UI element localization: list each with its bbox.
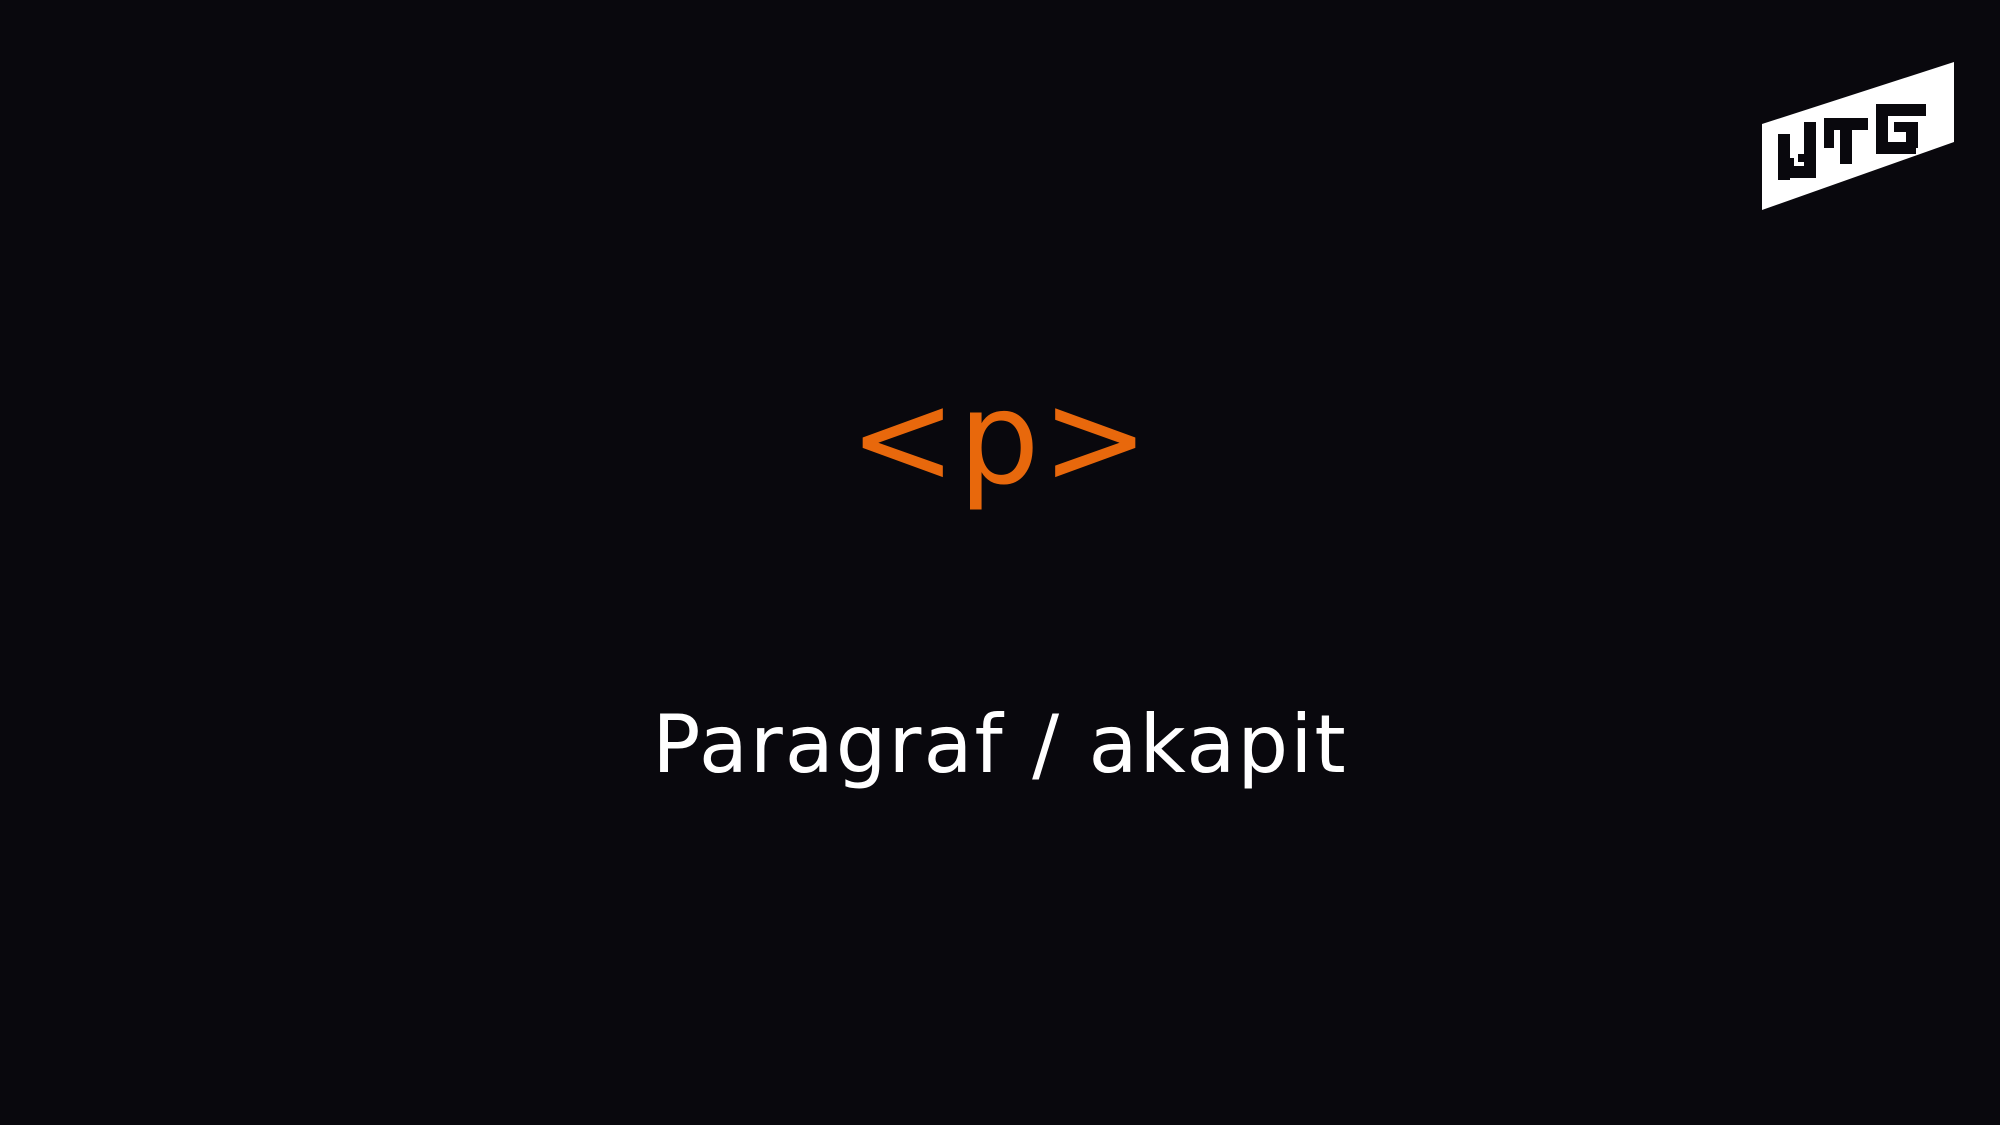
- tag-title: <p>: [849, 365, 1151, 514]
- slide: <p> Paragraf / akapit: [0, 0, 2000, 1125]
- tag-description: Paragraf / akapit: [652, 698, 1348, 791]
- brand-logo-icon: [1758, 62, 1954, 212]
